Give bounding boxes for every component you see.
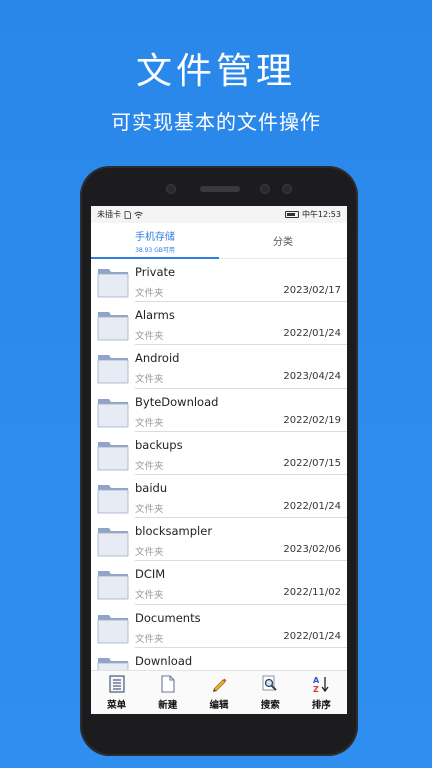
file-type: 文件夹: [135, 331, 164, 343]
battery-icon: [284, 211, 299, 218]
folder-icon: [97, 441, 129, 471]
folder-icon: [97, 355, 129, 384]
file-type: 文件夹: [135, 503, 164, 515]
folder-icon: [97, 657, 129, 670]
file-date: 2023/02/06: [283, 544, 341, 556]
status-bar: 未插卡 中午12:53: [91, 206, 347, 223]
sort-button[interactable]: AZ 排序: [296, 671, 347, 714]
file-type: 文件夹: [135, 590, 164, 602]
file-date: 2022/07/15: [283, 457, 341, 469]
folder-icon: [97, 484, 129, 514]
folder-icon: [97, 269, 129, 298]
folder-icon: [97, 614, 129, 643]
sort-label: 排序: [311, 699, 331, 711]
file-date: 2023/04/24: [283, 371, 341, 383]
file-list[interactable]: Private 文件夹 2023/02/17 Alarms 文件夹 2022/0…: [91, 259, 347, 670]
sensor-icon: [166, 184, 176, 194]
list-item[interactable]: DCIM 文件夹 2022/11/02: [91, 561, 347, 605]
file-type: 文件夹: [135, 288, 164, 299]
list-item[interactable]: Alarms 文件夹 2022/01/24: [91, 302, 347, 346]
list-item[interactable]: baidu 文件夹 2022/01/24: [91, 475, 347, 519]
folder-icon: [97, 571, 129, 600]
file-name: blocksampler: [135, 524, 213, 539]
file-name: DCIM: [135, 567, 166, 582]
file-name: ByteDownload: [135, 394, 219, 409]
promo-subtitle: 可实现基本的文件操作: [111, 110, 321, 134]
carrier-text: 未插卡: [97, 210, 121, 219]
list-item[interactable]: backups 文件夹 2022/07/15: [91, 432, 347, 475]
file-name: Alarms: [135, 308, 175, 323]
file-date: 2022/02/19: [283, 414, 341, 426]
search-button[interactable]: 搜索: [245, 671, 296, 714]
storage-available-text: 38.93 GB可用: [135, 246, 175, 254]
file-name: backups: [135, 437, 183, 452]
list-item[interactable]: blocksampler 文件夹 2023/02/06: [91, 518, 347, 562]
menu-button[interactable]: 菜单: [91, 671, 142, 714]
file-name: baidu: [135, 480, 168, 495]
list-item[interactable]: Android 文件夹 2023/04/24: [91, 345, 347, 389]
file-date: 2022/01/24: [283, 630, 341, 642]
list-item[interactable]: ByteDownload 文件夹 2022/02/19: [91, 389, 347, 432]
file-name: Documents: [135, 610, 201, 625]
front-camera-2-icon: [282, 184, 292, 194]
bottom-toolbar: 菜单 新建 编辑 搜索 AZ 排序: [91, 670, 347, 714]
file-date: 2023/02/17: [283, 285, 341, 296]
edit-label: 编辑: [209, 699, 229, 711]
svg-text:A: A: [313, 676, 320, 685]
file-type: 文件夹: [135, 633, 164, 645]
list-item[interactable]: Private 文件夹 2023/02/17: [91, 259, 347, 303]
sort-az-icon: AZ: [313, 676, 329, 693]
promo-title: 文件管理: [135, 51, 296, 92]
file-date: 2022/01/24: [283, 500, 341, 512]
file-type: 文件夹: [135, 547, 164, 559]
tab-label: 手机存储: [135, 231, 175, 243]
file-name: Download: [135, 653, 193, 668]
sim-icon: [124, 210, 131, 219]
search-label: 搜索: [260, 699, 280, 711]
new-label: 新建: [158, 699, 178, 711]
file-type: 文件夹: [135, 374, 164, 386]
tab-bar: 手机存储 38.93 GB可用 分类: [91, 223, 347, 259]
file-type: 文件夹: [135, 460, 164, 472]
new-button[interactable]: 新建: [142, 671, 193, 714]
file-date: 2022/11/02: [283, 587, 341, 599]
file-type: 文件夹: [135, 417, 164, 429]
menu-list-icon: [108, 674, 125, 693]
earpiece-speaker: [200, 186, 240, 192]
tab-category[interactable]: 分类: [219, 223, 347, 258]
folder-icon: [97, 398, 129, 427]
file-date: 2022/01/24: [283, 328, 341, 340]
file-name: Private: [135, 265, 176, 279]
list-item[interactable]: Download: [91, 648, 347, 670]
file-name: Android: [135, 351, 180, 366]
app-screen: 未插卡 中午12:53 手机存储 38.93 GB可用 分类 Private 文…: [91, 206, 347, 714]
phone-frame: 未插卡 中午12:53 手机存储 38.93 GB可用 分类 Private 文…: [80, 166, 358, 756]
svg-text:Z: Z: [313, 685, 319, 693]
tab-label: 分类: [273, 237, 293, 248]
clock-text: 中午12:53: [301, 210, 341, 219]
new-file-icon: [161, 674, 175, 693]
edit-pencil-icon: [213, 678, 227, 692]
front-camera-icon: [260, 184, 270, 194]
edit-button[interactable]: 编辑: [193, 671, 244, 714]
wifi-icon: [134, 211, 143, 218]
search-magnifier-icon: [262, 675, 277, 691]
tab-phone-storage[interactable]: 手机存储 38.93 GB可用: [91, 223, 219, 258]
list-item[interactable]: Documents 文件夹 2022/01/24: [91, 605, 347, 648]
folder-icon: [97, 312, 129, 341]
folder-icon: [97, 528, 129, 557]
menu-label: 菜单: [107, 699, 127, 711]
